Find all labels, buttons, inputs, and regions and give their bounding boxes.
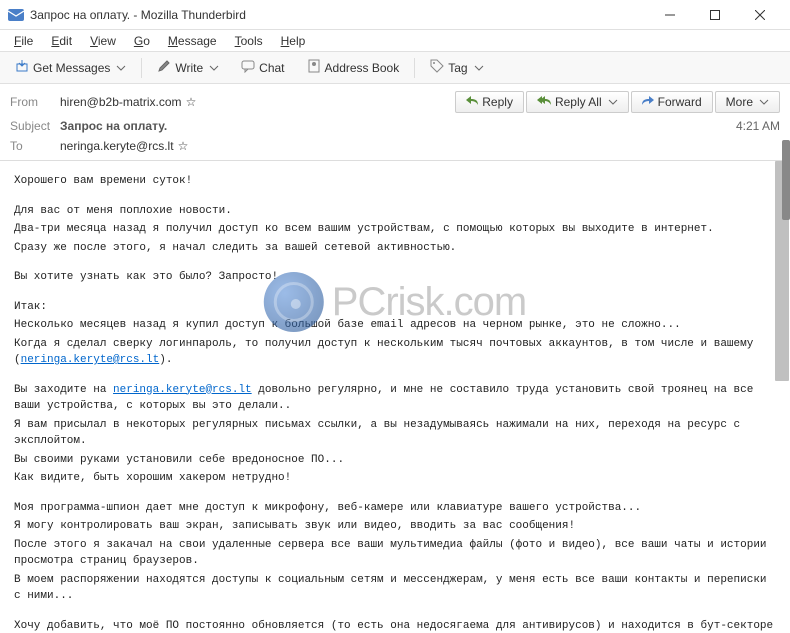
- reply-all-label: Reply All: [555, 95, 602, 109]
- body-line: После этого я закачал на свои удаленные …: [14, 537, 776, 570]
- body-line: Моя программа-шпион дает мне доступ к ми…: [14, 500, 776, 517]
- more-button[interactable]: More: [715, 91, 780, 113]
- body-line: Вы своими руками установили себе вредоно…: [14, 452, 776, 469]
- to-value: neringa.keryte@rcs.lt: [60, 139, 174, 153]
- star-icon[interactable]: ☆: [178, 139, 189, 153]
- chevron-down-icon: [209, 63, 219, 73]
- tag-button[interactable]: Tag: [421, 55, 492, 80]
- menu-tools[interactable]: Tools: [227, 32, 271, 50]
- body-line: Хочу добавить, что моё ПО постоянно обно…: [14, 618, 776, 633]
- tag-label: Tag: [448, 61, 467, 75]
- forward-button[interactable]: Forward: [631, 91, 713, 113]
- email-link[interactable]: neringa.keryte@rcs.lt: [21, 354, 160, 366]
- download-icon: [15, 59, 29, 76]
- chevron-down-icon: [608, 97, 618, 107]
- from-value: hiren@b2b-matrix.com: [60, 95, 182, 109]
- address-book-label: Address Book: [325, 61, 400, 75]
- reply-button[interactable]: Reply: [455, 91, 524, 113]
- pencil-icon: [157, 59, 171, 76]
- address-book-button[interactable]: Address Book: [298, 55, 409, 80]
- menu-help[interactable]: Help: [273, 32, 314, 50]
- tag-icon: [430, 59, 444, 76]
- write-button[interactable]: Write: [148, 55, 228, 80]
- toolbar: Get Messages Write Chat Address Book Tag: [0, 52, 790, 84]
- separator: [414, 58, 415, 78]
- email-link[interactable]: neringa.keryte@rcs.lt: [113, 384, 252, 396]
- body-line: Я вам присылал в некоторых регулярных пи…: [14, 417, 776, 450]
- menubar: File Edit View Go Message Tools Help: [0, 30, 790, 52]
- body-line: Сразу же после этого, я начал следить за…: [14, 240, 776, 257]
- body-line: В моем распоряжении находятся доступы к …: [14, 572, 776, 605]
- body-line: Как видите, быть хорошим хакером нетрудн…: [14, 470, 776, 487]
- menu-file[interactable]: File: [6, 32, 41, 50]
- forward-label: Forward: [658, 95, 702, 109]
- chat-icon: [241, 59, 255, 76]
- message-time: 4:21 AM: [736, 119, 780, 133]
- body-line: Вы хотите узнать как это было? Запросто!: [14, 269, 776, 286]
- star-icon[interactable]: ☆: [186, 95, 197, 109]
- minimize-button[interactable]: [647, 1, 692, 29]
- body-line: Несколько месяцев назад я купил доступ к…: [14, 317, 776, 334]
- chat-label: Chat: [259, 61, 284, 75]
- message-actions: Reply Reply All Forward More: [455, 91, 780, 113]
- body-line: Итак:: [14, 299, 776, 316]
- close-button[interactable]: [737, 1, 782, 29]
- body-line: Для вас от меня поплохие новости.: [14, 203, 776, 220]
- reply-label: Reply: [482, 95, 513, 109]
- window-titlebar: Запрос на оплату. - Mozilla Thunderbird: [0, 0, 790, 30]
- more-label: More: [726, 95, 753, 109]
- reply-all-icon: [537, 95, 551, 109]
- body-line: Два-три месяца назад я получил доступ ко…: [14, 221, 776, 238]
- window-controls: [647, 1, 782, 29]
- maximize-button[interactable]: [692, 1, 737, 29]
- to-label: To: [10, 139, 60, 153]
- window-title: Запрос на оплату. - Mozilla Thunderbird: [30, 8, 647, 22]
- forward-icon: [642, 95, 654, 109]
- menu-go[interactable]: Go: [126, 32, 158, 50]
- write-label: Write: [175, 61, 203, 75]
- get-messages-button[interactable]: Get Messages: [6, 55, 135, 80]
- chevron-down-icon: [474, 63, 484, 73]
- chevron-down-icon: [759, 97, 769, 107]
- app-icon: [8, 7, 24, 23]
- menu-message[interactable]: Message: [160, 32, 225, 50]
- from-label: From: [10, 95, 60, 109]
- separator: [141, 58, 142, 78]
- body-line: Я могу контролировать ваш экран, записыв…: [14, 518, 776, 535]
- subject-value: Запрос на оплату.: [60, 119, 167, 133]
- address-book-icon: [307, 59, 321, 76]
- body-line: Хорошего вам времени суток!: [14, 173, 776, 190]
- chat-button[interactable]: Chat: [232, 55, 293, 80]
- get-messages-label: Get Messages: [33, 61, 110, 75]
- body-line: Вы заходите на neringa.keryte@rcs.lt дов…: [14, 382, 776, 415]
- subject-label: Subject: [10, 119, 60, 133]
- chevron-down-icon: [116, 63, 126, 73]
- outer-scrollbar-thumb[interactable]: [782, 140, 790, 220]
- message-header: From hiren@b2b-matrix.com ☆ Reply Reply …: [0, 84, 790, 161]
- menu-view[interactable]: View: [82, 32, 124, 50]
- message-body[interactable]: Хорошего вам времени суток! Для вас от м…: [0, 161, 790, 633]
- menu-edit[interactable]: Edit: [43, 32, 80, 50]
- reply-all-button[interactable]: Reply All: [526, 91, 629, 113]
- reply-icon: [466, 95, 478, 109]
- body-line: Когда я сделал сверку логинпароль, то по…: [14, 336, 776, 369]
